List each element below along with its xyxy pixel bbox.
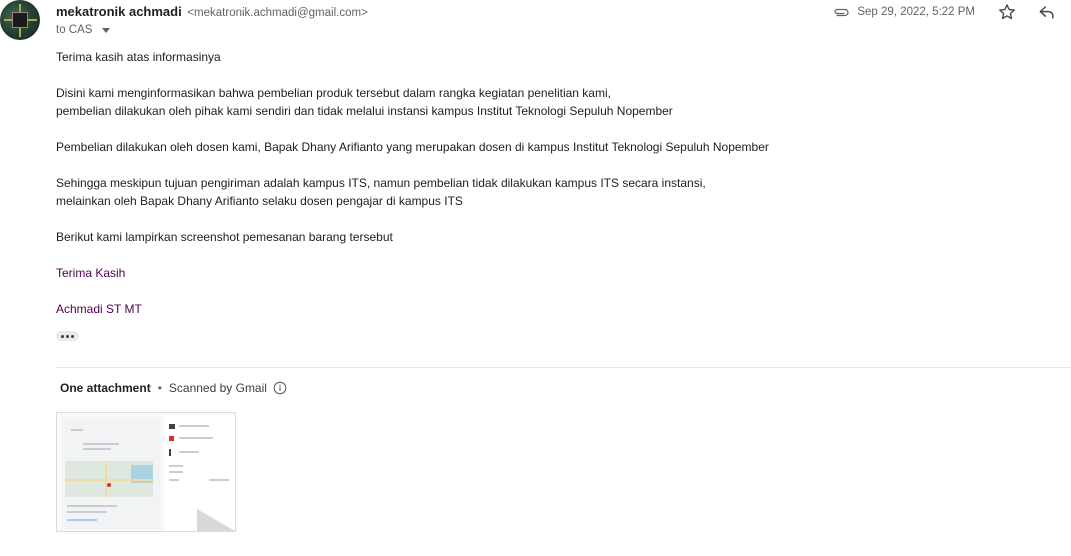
chevron-down-icon [102,27,111,33]
thumbnail-text-line [83,443,119,445]
avatar-trace [19,28,21,37]
thumbnail-product-image [169,424,175,429]
avatar[interactable] [0,0,40,40]
body-paragraph: Disini kami menginformasikan bahwa pembe… [56,84,769,120]
body-paragraph: Sehingga meskipun tujuan pengiriman adal… [56,174,769,210]
thumbnail-text-line [209,479,229,481]
body-paragraph: Terima kasih atas informasinya [56,50,221,64]
body-paragraph: Berikut kami lampirkan screenshot pemesa… [56,230,393,244]
thumbnail-text-line [179,451,199,453]
thumbnail-text-line [83,448,111,450]
body-line: Sehingga meskipun tujuan pengiriman adal… [56,176,706,190]
signature-text: Achmadi ST MT [56,302,142,316]
attachment-thumbnail[interactable] [56,412,236,532]
body-line: melainkan oleh Bapak Dhany Arifianto sel… [56,194,463,208]
more-horizontal-icon [71,334,74,338]
attachment-count: One attachment [60,381,151,395]
reply-button[interactable] [1035,0,1059,24]
body-paragraph: Pembelian dilakukan oleh dosen kami, Bap… [56,140,769,154]
sender-name[interactable]: mekatronik achmadi [56,4,182,19]
paperclip-icon [833,7,849,17]
thumbnail-text-line [179,437,213,439]
star-button[interactable] [995,0,1019,24]
attachment-header: One attachment • Scanned by Gmail [60,381,287,395]
map-pin-icon [107,483,111,487]
thumbnail-page-fold [197,509,235,531]
avatar-chip [12,12,28,28]
message-date: Sep 29, 2022, 5:22 PM [857,6,975,18]
thumbnail-product-image [169,436,174,441]
sender-line: mekatronik achmadi <mekatronik.achmadi@g… [56,4,368,21]
map-road [65,479,153,481]
thumbnail-text-line [67,519,97,521]
sender-email: <mekatronik.achmadi@gmail.com> [187,7,368,19]
thumbnail-logo [71,429,83,431]
info-icon[interactable] [273,381,287,395]
recipient-details-toggle[interactable]: to CAS [56,24,111,36]
thumbnail-text-line [179,425,209,427]
map-road [105,461,107,497]
thumbnail-map [65,461,153,497]
star-icon [999,4,1015,20]
body-line: Disini kami menginformasikan bahwa pembe… [56,86,611,100]
thumbnail-text-line [67,511,107,513]
closing-text: Terima Kasih [56,266,126,280]
more-horizontal-icon [61,334,64,338]
scanned-label: Scanned by Gmail [168,381,267,395]
attachment-divider [56,367,1071,368]
thumbnail-text-line [169,471,183,473]
reply-icon [1039,6,1054,19]
show-trimmed-content-button[interactable] [56,331,79,341]
body-line: pembelian dilakukan oleh pihak kami send… [56,104,673,118]
thumbnail-product-image [169,449,171,456]
avatar-trace [19,4,21,12]
thumbnail-text-line [169,479,179,481]
message-body: Terima kasih atas informasinya Disini ka… [56,48,769,336]
thumbnail-text-line [67,505,117,507]
attachment-separator: • [157,381,162,395]
recipient-label: to CAS [56,24,93,36]
thumbnail-text-line [169,465,183,467]
avatar-trace [28,19,37,21]
message-meta: Sep 29, 2022, 5:22 PM [833,2,1059,22]
more-horizontal-icon [66,334,69,338]
avatar-trace [4,19,12,21]
